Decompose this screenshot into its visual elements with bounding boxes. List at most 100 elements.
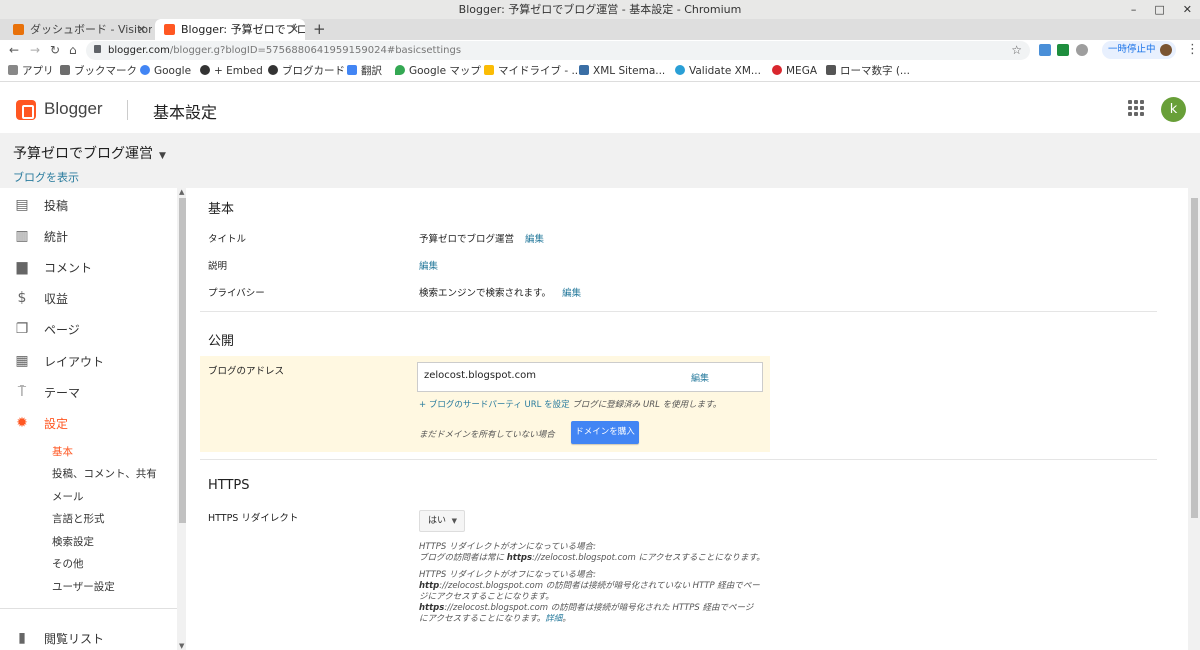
privacy-label: プライバシー <box>208 288 265 299</box>
description-label: 説明 <box>208 261 228 272</box>
details-link[interactable]: 詳細 <box>545 614 562 624</box>
account-avatar[interactable]: k <box>1161 97 1186 122</box>
section-divider <box>200 459 1157 460</box>
apps-grid-icon[interactable] <box>1128 100 1144 116</box>
sidebar-item-settings[interactable]: ✹ 設定 <box>0 411 177 435</box>
new-tab-button[interactable]: + <box>313 19 326 39</box>
bookmarks-bar: アプリ ブックマーク Google + Embed ブログカード 翻訳 Goog… <box>0 61 1200 82</box>
sidebar-subitem-posts-comments-sharing[interactable]: 投稿、コメント、共有 <box>52 466 157 481</box>
window-title: Blogger: 予算ゼロでブログ運営 - 基本設定 - Chromium <box>458 3 742 16</box>
main-scroll-thumb[interactable] <box>1191 198 1198 518</box>
bookmark-xml-sitemap[interactable]: XML Sitema... <box>579 61 665 81</box>
mega-icon <box>772 65 782 75</box>
edit-description-link[interactable]: 編集 <box>419 258 438 272</box>
blog-address-value: zelocost.blogspot.com <box>424 370 536 381</box>
bookmark-mega[interactable]: MEGA <box>772 61 817 81</box>
maximize-button[interactable]: □ <box>1154 0 1164 19</box>
sidebar-subitem-other[interactable]: その他 <box>52 556 84 571</box>
sidebar-subitem-language[interactable]: 言語と形式 <box>52 511 105 526</box>
back-arrow-icon[interactable]: ← <box>9 41 19 59</box>
sidebar-subitem-search[interactable]: 検索設定 <box>52 534 94 549</box>
profile-avatar-icon <box>1160 44 1172 56</box>
bookmark-embed[interactable]: + Embed <box>200 61 263 81</box>
https-redirect-select[interactable]: はい ▼ <box>419 510 465 532</box>
url-text: blogger.com/blogger.g?blogID=57568806419… <box>108 45 462 56</box>
extension-icon[interactable] <box>1076 44 1088 56</box>
edit-title-link[interactable]: 編集 <box>525 234 544 245</box>
theme-icon: ⍑ <box>17 384 27 400</box>
bookmark-apps[interactable]: アプリ <box>8 61 54 81</box>
title-label: タイトル <box>208 234 247 245</box>
sidebar-item-comments[interactable]: ▆ コメント <box>0 255 177 279</box>
sidebar-scroll-thumb[interactable] <box>179 198 186 523</box>
forward-arrow-icon[interactable]: → <box>30 41 40 59</box>
browser-menu-icon[interactable]: ⋮ <box>1186 41 1199 59</box>
bookmark-blogcard[interactable]: ブログカード <box>268 61 345 81</box>
sidebar-subitem-basic[interactable]: 基本 <box>52 444 73 459</box>
address-bar[interactable]: blogger.com/blogger.g?blogID=57568806419… <box>86 41 1030 60</box>
minimize-button[interactable]: – <box>1131 0 1137 19</box>
close-window-button[interactable]: ✕ <box>1183 0 1192 19</box>
check-extension-icon[interactable] <box>1057 44 1069 56</box>
bookmark-my-drive[interactable]: マイドライブ - ... <box>484 61 581 81</box>
buy-domain-button[interactable]: ドメインを購入 <box>571 421 639 444</box>
layout-icon: ▦ <box>15 353 29 369</box>
blogger-logo-icon[interactable] <box>16 100 36 120</box>
blog-selector[interactable]: 予算ゼロでブログ運営 ▼ <box>13 143 166 163</box>
tab-dashboard[interactable]: ダッシュボード - Visitors ✕ <box>4 19 152 40</box>
sidebar-subitem-user-settings[interactable]: ユーザー設定 <box>52 579 115 594</box>
tab-blogger[interactable]: Blogger: 予算ゼロでブロ ✕ <box>155 19 305 40</box>
globe-icon <box>200 65 210 75</box>
page-title: 基本設定 <box>153 103 218 122</box>
sidebar: ▤ 投稿 ▥ 統計 ▆ コメント $ 収益 ❐ ページ ▦ レイアウト ⍑ テーマ ✹ 設定 基… <box>0 188 177 650</box>
dropdown-caret-icon: ▼ <box>451 517 457 525</box>
sync-paused-chip[interactable]: 一時停止中 <box>1102 41 1176 59</box>
home-icon[interactable]: ⌂ <box>69 41 77 59</box>
tab-title: Blogger: 予算ゼロでブロ <box>181 23 305 36</box>
sidebar-item-pages[interactable]: ❐ ページ <box>0 317 177 341</box>
drive-icon <box>484 65 494 75</box>
window-titlebar: Blogger: 予算ゼロでブログ運営 - 基本設定 - Chromium – … <box>0 0 1200 19</box>
close-tab-icon[interactable]: ✕ <box>137 19 146 40</box>
earnings-icon: $ <box>17 290 27 306</box>
dropdown-caret-icon: ▼ <box>159 151 166 161</box>
scroll-down-icon[interactable]: ▼ <box>179 642 184 650</box>
document-icon <box>826 65 836 75</box>
scroll-up-icon[interactable]: ▲ <box>179 188 184 196</box>
sidebar-item-stats[interactable]: ▥ 統計 <box>0 224 177 248</box>
edit-privacy-link[interactable]: 編集 <box>562 288 581 299</box>
sitemap-icon <box>579 65 589 75</box>
bookmark-google[interactable]: Google <box>140 61 191 81</box>
privacy-row: 検索エンジンで検索されます。 編集 <box>419 285 581 299</box>
sidebar-item-posts[interactable]: ▤ 投稿 <box>0 193 177 217</box>
settings-icon: ✹ <box>16 415 28 431</box>
third-party-url-link[interactable]: + ブログのサードパーティ URL を設定 <box>419 400 570 410</box>
sidebar-item-earnings[interactable]: $ 収益 <box>0 286 177 310</box>
third-party-url-note: ブログに登録済み URL を使用します。 <box>572 400 722 410</box>
bookmark-google-maps[interactable]: Google マップ <box>395 61 481 81</box>
bookmark-translate[interactable]: 翻訳 <box>347 61 382 81</box>
no-domain-text: まだドメインを所有していない場合 <box>419 430 555 440</box>
bookmark-star-icon[interactable]: ☆ <box>1011 41 1022 60</box>
bookmark-roman-numerals[interactable]: ローマ数字 (... <box>826 61 910 81</box>
sidebar-subitem-email[interactable]: メール <box>52 489 84 504</box>
view-blog-link[interactable]: ブログを表示 <box>13 169 79 185</box>
title-value: 予算ゼロでブログ運営 <box>419 234 515 245</box>
bookmark-validate-xml[interactable]: Validate XM... <box>675 61 761 81</box>
dashboard-favicon-icon <box>13 24 24 35</box>
main-scrollbar[interactable] <box>1189 188 1200 650</box>
blog-address-field[interactable]: zelocost.blogspot.com 編集 <box>417 362 763 392</box>
https-off-note: HTTPS リダイレクトがオフになっている場合: http://zelocost… <box>419 570 760 624</box>
reload-icon[interactable]: ↻ <box>50 41 60 59</box>
comments-icon: ▆ <box>16 259 28 275</box>
header-divider <box>127 100 128 120</box>
https-on-note: HTTPS リダイレクトがオンになっている場合: ブログの訪問者は常に http… <box>419 542 765 563</box>
sidebar-item-layout[interactable]: ▦ レイアウト <box>0 349 177 373</box>
bookmark-folder[interactable]: ブックマーク <box>60 61 137 81</box>
sidebar-item-reading-list[interactable]: ▮ 閲覧リスト <box>0 626 177 650</box>
close-tab-icon[interactable]: ✕ <box>290 19 299 40</box>
edit-address-link[interactable]: 編集 <box>691 371 709 384</box>
translate-extension-icon[interactable] <box>1039 44 1051 56</box>
map-pin-icon <box>395 65 405 75</box>
sidebar-item-theme[interactable]: ⍑ テーマ <box>0 380 177 404</box>
